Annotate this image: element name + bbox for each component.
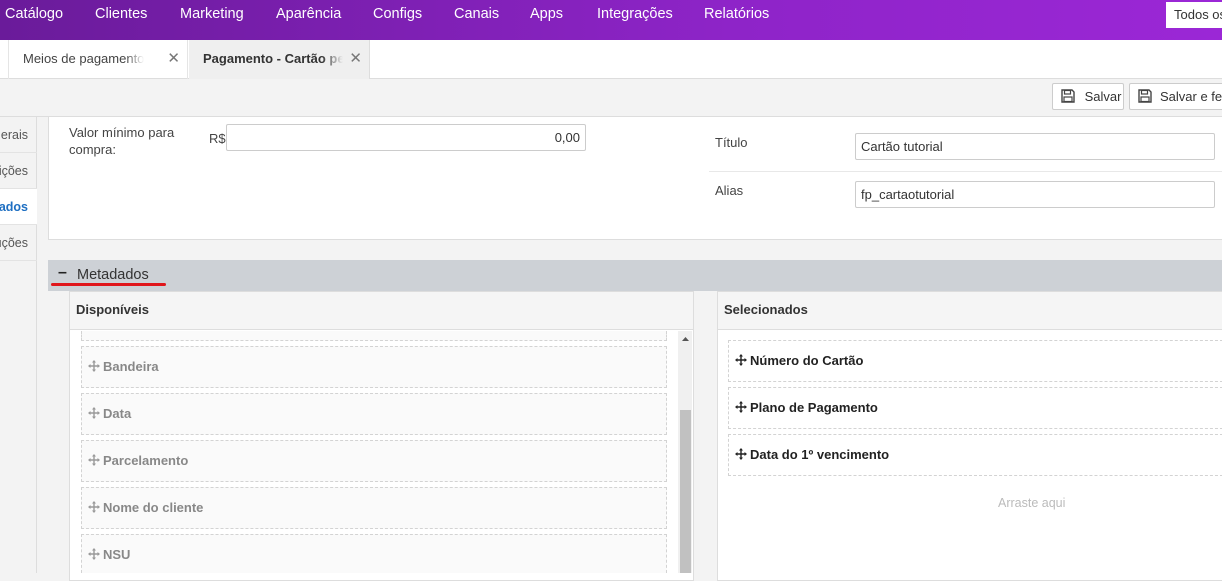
- close-icon[interactable]: ✕: [167, 40, 180, 78]
- list-item-partial: [81, 331, 667, 341]
- selected-item-numero-do-cartao[interactable]: Número do Cartão: [728, 340, 1222, 382]
- tab-label: Pagamento - Cartão personalizado: [203, 51, 343, 66]
- nav-configs[interactable]: Configs: [373, 0, 422, 30]
- scroll-up-arrow-icon[interactable]: [680, 333, 691, 345]
- tab-label: Meios de pagamento: [23, 51, 145, 66]
- nav-catalogo[interactable]: Catálogo: [5, 0, 63, 30]
- selected-item-data-do-vencimento[interactable]: Data do 1º vencimento: [728, 434, 1222, 476]
- restrictions-form-panel: Valor mínimo para compra: R$ 0,00 Título…: [48, 117, 1222, 240]
- available-item-data[interactable]: Data: [81, 393, 667, 435]
- collapse-icon[interactable]: –: [58, 264, 67, 282]
- metadata-section-header[interactable]: – Metadados: [48, 260, 1222, 291]
- move-icon: [735, 401, 747, 413]
- move-icon: [88, 454, 100, 466]
- available-item-parcelamento[interactable]: Parcelamento: [81, 440, 667, 482]
- move-icon: [735, 354, 747, 366]
- selected-item-plano-de-pagamento[interactable]: Plano de Pagamento: [728, 387, 1222, 429]
- available-item-bandeira[interactable]: Bandeira: [81, 346, 667, 388]
- tab-bar: Meios de pagamento ✕ Pagamento - Cartão …: [0, 40, 1222, 79]
- tab-pagamento-cartao[interactable]: Pagamento - Cartão personalizado ✕: [189, 40, 370, 79]
- currency-prefix: R$: [209, 131, 226, 146]
- metadata-section-title: Metadados: [77, 267, 149, 283]
- min-value-label: Valor mínimo para compra:: [69, 125, 175, 157]
- drop-zone-hint: Arraste aqui: [998, 496, 1066, 510]
- scrollbar-thumb[interactable]: [680, 410, 691, 573]
- alias-input[interactable]: fp_cartaotutorial: [855, 181, 1215, 208]
- min-value-input[interactable]: 0,00: [226, 124, 586, 151]
- floppy-disk-icon: [1138, 89, 1152, 103]
- section-sidebar: Gerais Restrições Metadados Instruções: [0, 117, 37, 573]
- sidebar-item-restricoes[interactable]: Restrições: [0, 153, 37, 189]
- available-panel-title: Disponíveis: [70, 292, 693, 330]
- action-toolbar: Salvar Salvar e fechar: [0, 79, 1222, 117]
- sidebar-item-instrucoes[interactable]: Instruções: [0, 225, 37, 261]
- nav-canais[interactable]: Canais: [454, 0, 499, 30]
- available-item-nsu[interactable]: NSU: [81, 534, 667, 573]
- tab-meios-de-pagamento[interactable]: Meios de pagamento ✕: [8, 40, 188, 79]
- selected-panel-title: Selecionados: [718, 292, 1222, 330]
- close-icon[interactable]: ✕: [349, 40, 362, 78]
- highlight-underline: [51, 283, 166, 286]
- save-and-close-label: Salvar e fechar: [1160, 89, 1222, 104]
- nav-clientes[interactable]: Clientes: [95, 0, 147, 30]
- save-button-label: Salvar: [1084, 89, 1122, 104]
- alias-label: Alias: [715, 183, 744, 198]
- move-icon: [88, 360, 100, 372]
- nav-marketing[interactable]: Marketing: [180, 0, 244, 30]
- sidebar-item-gerais[interactable]: Gerais: [0, 117, 37, 153]
- floppy-disk-icon: [1061, 89, 1075, 103]
- move-icon: [88, 407, 100, 419]
- sidebar-item-metadados[interactable]: Metadados: [0, 189, 37, 225]
- nav-aparencia[interactable]: Aparência: [276, 0, 341, 30]
- move-icon: [735, 448, 747, 460]
- nav-apps[interactable]: Apps: [530, 0, 563, 30]
- title-label: Título: [715, 135, 748, 150]
- global-search-select[interactable]: Todos os: [1166, 2, 1222, 28]
- save-and-close-button[interactable]: Salvar e fechar: [1129, 83, 1222, 110]
- nav-relatorios[interactable]: Relatórios: [704, 0, 769, 30]
- save-button[interactable]: Salvar: [1052, 83, 1124, 110]
- title-input[interactable]: Cartão tutorial: [855, 133, 1215, 160]
- available-item-nome-do-cliente[interactable]: Nome do cliente: [81, 487, 667, 529]
- field-divider: [709, 171, 1222, 172]
- move-icon: [88, 548, 100, 560]
- nav-integracoes[interactable]: Integrações: [597, 0, 673, 30]
- move-icon: [88, 501, 100, 513]
- top-navigation: Catálogo Clientes Marketing Aparência Co…: [0, 0, 1222, 40]
